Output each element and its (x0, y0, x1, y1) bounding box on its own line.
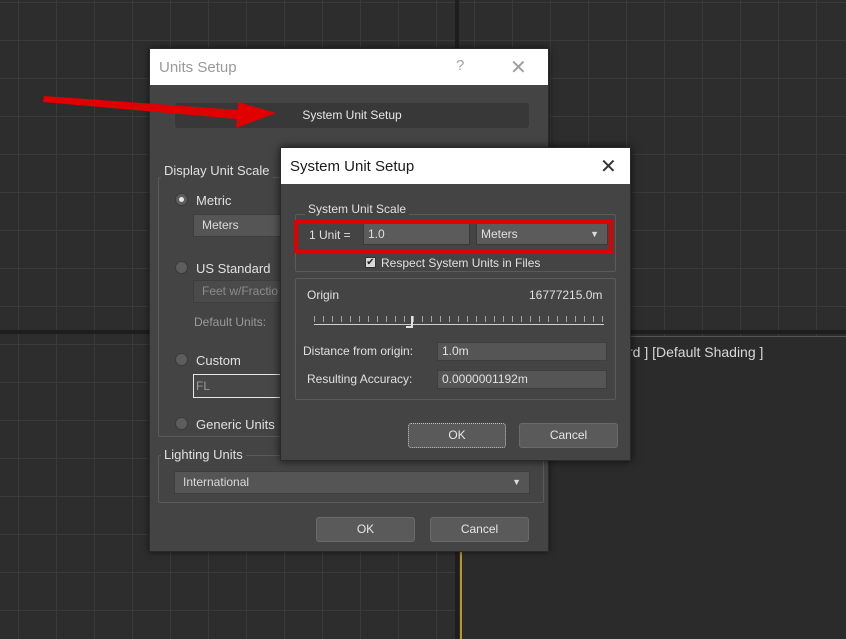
system-unit-setup-title: System Unit Setup (290, 158, 415, 175)
close-icon[interactable]: ✕ (600, 154, 617, 179)
units-setup-title: Units Setup (159, 59, 237, 76)
lighting-units-dropdown[interactable]: International ▼ (174, 471, 530, 494)
resulting-accuracy-field[interactable]: 0.0000001192m (437, 370, 607, 389)
viewport-label[interactable]: rd ] [Default Shading ] (628, 344, 763, 360)
custom-input[interactable]: FL (193, 374, 283, 398)
distance-from-origin-field[interactable]: 1.0m (437, 342, 607, 361)
origin-slider-thumb[interactable] (406, 316, 413, 328)
custom-label[interactable]: Custom (196, 353, 241, 368)
units-setup-titlebar: Units Setup ? ✕ (150, 49, 548, 85)
chevron-down-icon: ▼ (512, 477, 521, 487)
custom-radio[interactable] (175, 353, 188, 366)
respect-units-label[interactable]: Respect System Units in Files (381, 256, 540, 270)
display-unit-scale-label: Display Unit Scale (161, 163, 273, 178)
system-cancel-button[interactable]: Cancel (519, 423, 618, 448)
lighting-units-label: Lighting Units (161, 447, 246, 462)
origin-label: Origin (307, 288, 340, 302)
us-standard-radio[interactable] (175, 261, 188, 274)
generic-units-radio[interactable] (175, 417, 188, 430)
us-standard-dropdown[interactable]: Feet w/Fractio (193, 280, 283, 303)
help-icon[interactable]: ? (456, 57, 464, 74)
units-cancel-button[interactable]: Cancel (430, 517, 529, 542)
system-unit-scale-label: System Unit Scale (305, 202, 410, 216)
generic-units-label[interactable]: Generic Units (196, 417, 275, 432)
metric-dropdown[interactable]: Meters (193, 214, 283, 237)
lighting-units-value: International (183, 475, 250, 489)
origin-value: 16777215.0m (529, 288, 603, 302)
distance-from-origin-label: Distance from origin: (303, 344, 414, 358)
default-units-label: Default Units: (194, 315, 267, 329)
system-ok-button[interactable]: OK (408, 423, 506, 448)
close-icon[interactable]: ✕ (510, 55, 527, 80)
red-arrow-annotation (43, 96, 276, 128)
metric-radio[interactable] (175, 193, 188, 206)
system-unit-setup-titlebar: System Unit Setup ✕ (281, 148, 630, 184)
origin-slider-ticks (314, 316, 604, 322)
origin-slider-track[interactable] (314, 324, 604, 325)
resulting-accuracy-label: Resulting Accuracy: (307, 372, 413, 386)
units-ok-button[interactable]: OK (316, 517, 415, 542)
system-unit-setup-dialog: System Unit Setup ✕ System Unit Scale 1 … (280, 147, 631, 461)
us-standard-label[interactable]: US Standard (196, 261, 270, 276)
metric-label[interactable]: Metric (196, 193, 231, 208)
red-highlight-box (294, 220, 613, 253)
respect-units-checkbox[interactable]: ✔ (365, 257, 376, 268)
